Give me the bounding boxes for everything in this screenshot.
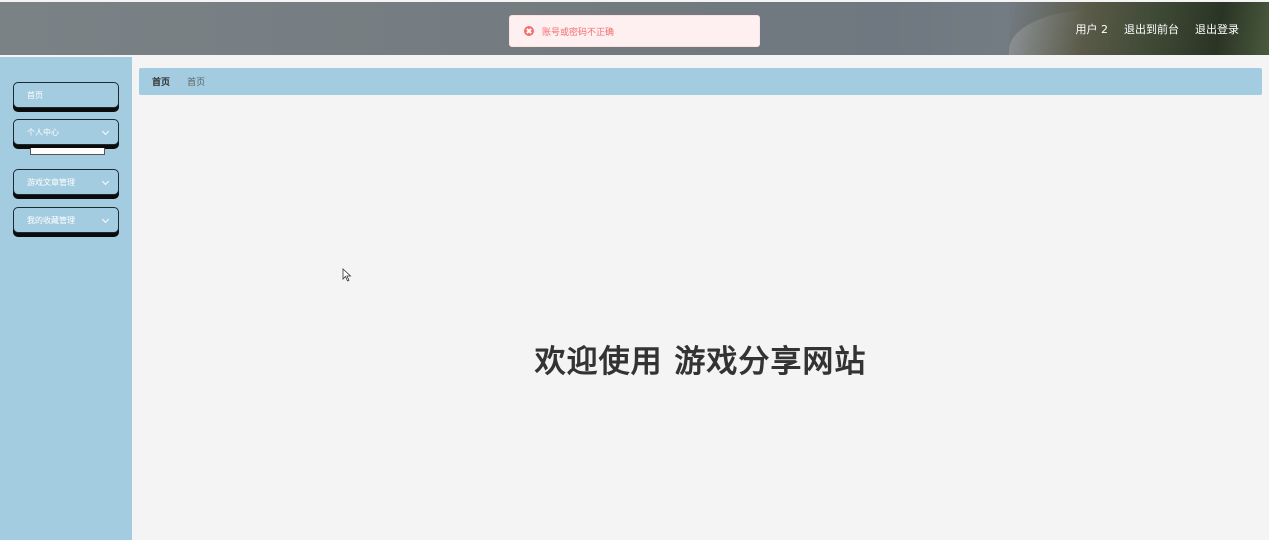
chevron-down-icon (101, 177, 110, 186)
sidebar-item-label: 游戏文章管理 (27, 177, 75, 187)
breadcrumb: 首页 / 首页 (139, 68, 1262, 95)
sidebar-item-game-articles[interactable]: 游戏文章管理 (13, 169, 119, 195)
main-content: 欢迎使用 游戏分享网站 (132, 95, 1269, 540)
back-to-frontend-link[interactable]: 退出到前台 (1124, 21, 1179, 37)
error-circle-icon (524, 26, 534, 36)
welcome-title: 欢迎使用 游戏分享网站 (534, 344, 867, 380)
app-root: 用户 2 退出到前台 退出登录 账号或密码不正确 首页 个人中心 游戏文章管理 … (0, 0, 1269, 540)
chevron-down-icon (101, 215, 110, 224)
toast-message: 账号或密码不正确 (542, 27, 615, 38)
sidebar-item-my-favorites[interactable]: 我的收藏管理 (13, 207, 119, 233)
sidebar-item-label: 个人中心 (27, 127, 59, 137)
sidebar-item-home[interactable]: 首页 (13, 82, 119, 108)
header-user-area: 用户 2 退出到前台 退出登录 (1076, 2, 1240, 55)
sidebar-item-personal-center[interactable]: 个人中心 (13, 119, 119, 145)
error-toast: 账号或密码不正确 (509, 15, 760, 47)
sidebar-item-label: 我的收藏管理 (27, 215, 75, 225)
sidebar-item-label: 首页 (27, 90, 43, 100)
breadcrumb-separator: / (177, 76, 181, 87)
logout-link[interactable]: 退出登录 (1195, 21, 1239, 37)
mouse-pointer-icon (342, 268, 352, 282)
breadcrumb-current: 首页 (187, 78, 206, 88)
breadcrumb-home[interactable]: 首页 (152, 75, 170, 88)
username-label: 用户 2 (1075, 22, 1109, 36)
chevron-down-icon (101, 127, 110, 136)
collapsed-submenu (30, 148, 105, 155)
